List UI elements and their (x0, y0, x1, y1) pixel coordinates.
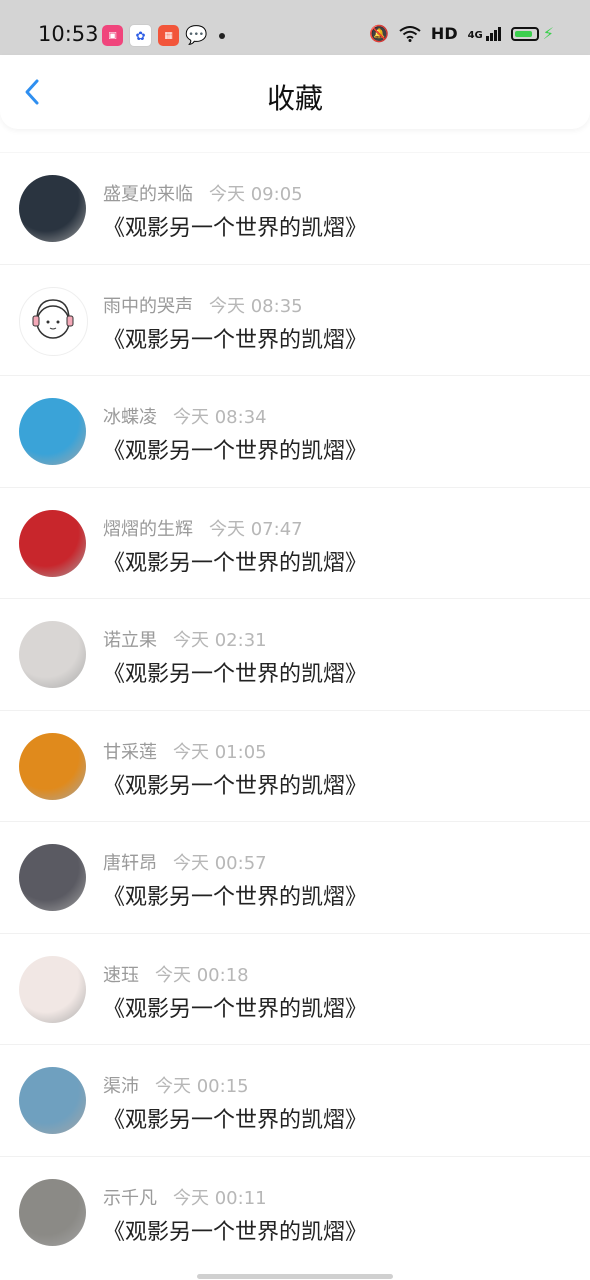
item-meta: 雨中的哭声 今天 08:35 (103, 292, 303, 318)
battery-icon (510, 26, 539, 41)
item-meta: 熠熠的生辉 今天 07:47 (103, 515, 303, 541)
avatar[interactable] (19, 509, 86, 577)
timestamp: 今天 00:18 (155, 964, 249, 986)
list-item[interactable]: 渠沛 今天 00:15 《观影另一个世界的凯熠》 (0, 1044, 590, 1156)
list-item[interactable]: 冰蝶凌 今天 08:34 《观影另一个世界的凯熠》 (0, 375, 590, 487)
item-meta: 速珏 今天 00:18 (103, 961, 249, 987)
list-item[interactable]: 唐轩昂 今天 00:57 《观影另一个世界的凯熠》 (0, 821, 590, 933)
timestamp: 今天 08:34 (173, 407, 267, 428)
item-meta: 渠沛 今天 00:15 (103, 1072, 249, 1098)
item-meta: 甘采莲 今天 01:05 (103, 738, 267, 764)
avatar[interactable] (19, 844, 86, 911)
item-content[interactable]: 《观影另一个世界的凯熠》 (103, 991, 367, 1023)
item-content[interactable]: 《观影另一个世界的凯熠》 (103, 656, 367, 688)
list-item[interactable]: 速珏 今天 00:18 《观影另一个世界的凯熠》 (0, 932, 590, 1045)
wechat-icon: 💬 (185, 25, 208, 46)
item-content[interactable]: 《观影另一个世界的凯熠》 (103, 545, 367, 577)
list-item[interactable]: 诺立果 今天 02:31 《观影另一个世界的凯熠》 (0, 598, 590, 710)
notification-icons: ▣ ✿ ▦ 💬 (102, 24, 226, 47)
more-notifications-dot (219, 32, 226, 39)
avatar[interactable] (19, 621, 86, 688)
item-content[interactable]: 《观影另一个世界的凯熠》 (103, 210, 367, 242)
list-item[interactable]: 雨中的哭声 今天 08:35 《观影另一个世界的凯熠》 (0, 263, 590, 376)
avatar[interactable] (19, 398, 86, 465)
timestamp: 今天 00:11 (173, 1187, 267, 1209)
timestamp: 今天 09:05 (209, 184, 303, 205)
app-pink-icon: ▣ (102, 25, 123, 46)
cartoon-avatar-icon (32, 298, 74, 339)
user-name[interactable]: 唐轩昂 (103, 853, 157, 874)
signal-label: 4G (467, 29, 483, 41)
item-content[interactable]: 《观影另一个世界的凯熠》 (103, 768, 367, 800)
list-item[interactable]: 熠熠的生辉 今天 07:47 《观影另一个世界的凯熠》 (0, 486, 590, 599)
network-type: HD (430, 24, 458, 43)
user-name[interactable]: 诺立果 (103, 630, 157, 651)
user-name[interactable]: 速珏 (103, 965, 139, 986)
list-item[interactable]: 盛夏的来临 今天 09:05 《观影另一个世界的凯熠》 (0, 152, 590, 264)
user-name[interactable]: 熠熠的生辉 (103, 519, 193, 540)
user-name[interactable]: 示千凡 (103, 1188, 157, 1209)
list-item[interactable]: 甘采莲 今天 01:05 《观影另一个世界的凯熠》 (0, 709, 590, 822)
user-name[interactable]: 冰蝶凌 (103, 407, 157, 428)
status-right: 🔕 HD 4G ⚡ (369, 24, 554, 43)
avatar[interactable] (19, 286, 88, 356)
page-title: 收藏 (266, 82, 323, 115)
user-name[interactable]: 雨中的哭声 (103, 296, 193, 317)
item-content[interactable]: 《观影另一个世界的凯熠》 (103, 1102, 367, 1134)
avatar[interactable] (19, 1067, 86, 1134)
timestamp: 今天 00:15 (155, 1076, 249, 1097)
user-name[interactable]: 盛夏的来临 (103, 184, 193, 205)
wifi-icon (399, 25, 421, 42)
item-meta: 冰蝶凌 今天 08:34 (103, 403, 267, 429)
status-time: 10:53 (38, 22, 99, 46)
item-content[interactable]: 《观影另一个世界的凯熠》 (103, 433, 367, 465)
avatar[interactable] (19, 955, 86, 1023)
item-meta: 诺立果 今天 02:31 (103, 626, 267, 652)
user-name[interactable]: 甘采莲 (103, 742, 157, 763)
item-meta: 示千凡 今天 00:11 (103, 1184, 267, 1210)
timestamp: 今天 08:35 (209, 295, 303, 317)
list-item[interactable]: 示千凡 今天 00:11 《观影另一个世界的凯熠》 (0, 1155, 590, 1268)
charging-icon: ⚡ (542, 24, 554, 43)
timestamp: 今天 07:47 (209, 518, 303, 540)
item-content[interactable]: 《观影另一个世界的凯熠》 (103, 1214, 367, 1246)
baidu-icon: ✿ (129, 24, 152, 47)
header: 收藏 (0, 55, 590, 129)
signal-icon: 4G (467, 26, 501, 41)
item-content[interactable]: 《观影另一个世界的凯熠》 (103, 879, 367, 911)
home-indicator[interactable] (197, 1274, 393, 1279)
favorites-list: 盛夏的来临 今天 09:05 《观影另一个世界的凯熠》 雨中的哭声 今天 08:35 《观… (0, 152, 590, 1267)
status-bar: 10:53 ▣ ✿ ▦ 💬 🔕 HD 4G ⚡ (0, 0, 590, 60)
avatar[interactable] (19, 732, 86, 800)
mute-icon: 🔕 (369, 24, 389, 43)
item-meta: 盛夏的来临 今天 09:05 (103, 180, 303, 206)
item-meta: 唐轩昂 今天 00:57 (103, 849, 267, 875)
timestamp: 今天 02:31 (173, 630, 267, 651)
timestamp: 今天 00:57 (173, 853, 267, 874)
avatar[interactable] (19, 1178, 86, 1246)
user-name[interactable]: 渠沛 (103, 1076, 139, 1097)
avatar[interactable] (19, 175, 86, 242)
item-content[interactable]: 《观影另一个世界的凯熠》 (103, 322, 367, 354)
app-orange-icon: ▦ (158, 25, 179, 46)
timestamp: 今天 01:05 (173, 741, 267, 763)
